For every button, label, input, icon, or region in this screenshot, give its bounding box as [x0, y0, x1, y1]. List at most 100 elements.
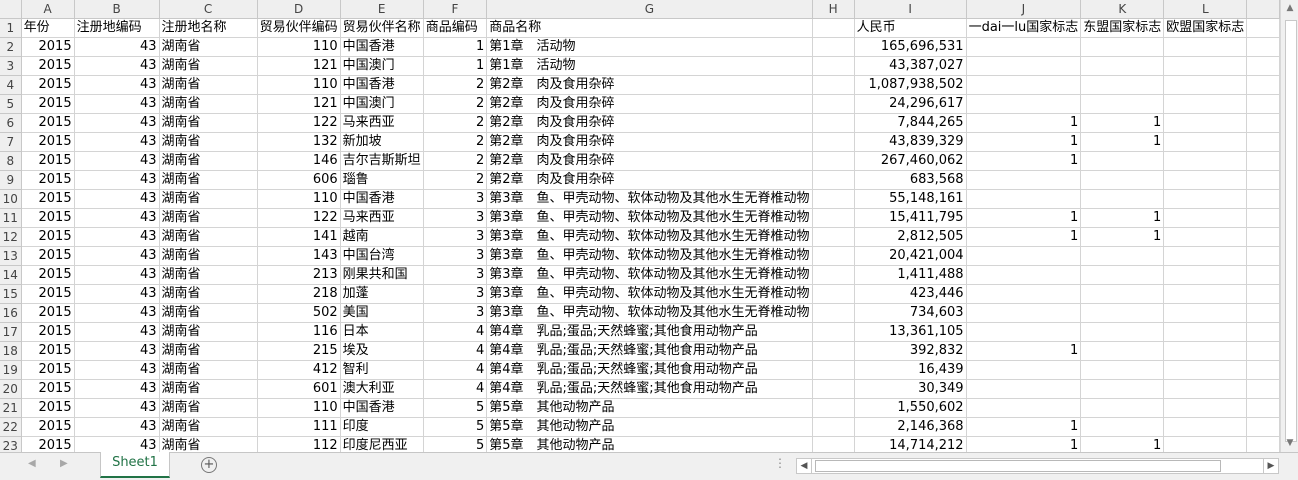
cell[interactable] [1163, 379, 1248, 399]
cell[interactable] [1246, 379, 1280, 399]
cell[interactable]: 43 [74, 227, 160, 247]
cell[interactable] [1246, 227, 1280, 247]
cell[interactable]: 16,439 [854, 360, 967, 380]
cell[interactable]: 贸易伙伴名称 [340, 18, 424, 38]
cell[interactable]: 3 [423, 189, 488, 209]
cell[interactable]: 第2章 肉及食用杂碎 [486, 170, 813, 190]
cell[interactable]: 213 [257, 265, 341, 285]
cell[interactable]: 110 [257, 398, 341, 418]
cell[interactable] [812, 417, 855, 437]
cell[interactable] [1163, 151, 1248, 171]
cell[interactable]: 商品名称 [486, 18, 813, 38]
cell[interactable] [966, 94, 1082, 114]
cell[interactable]: 第3章 鱼、甲壳动物、软体动物及其他水生无脊椎动物 [486, 284, 813, 304]
cell[interactable]: 中国香港 [340, 37, 424, 57]
cell[interactable]: 15,411,795 [854, 208, 967, 228]
cell[interactable] [812, 170, 855, 190]
cell[interactable]: 4 [423, 341, 488, 361]
cell[interactable]: 2015 [21, 37, 75, 57]
cell[interactable] [1163, 360, 1248, 380]
cell[interactable] [812, 18, 855, 38]
row-header[interactable]: 23 [0, 436, 22, 452]
cell[interactable]: 2015 [21, 246, 75, 266]
cell[interactable] [1163, 75, 1248, 95]
cell[interactable]: 湖南省 [159, 341, 258, 361]
cell[interactable]: 4 [423, 360, 488, 380]
cell[interactable] [1080, 379, 1165, 399]
cell[interactable] [966, 284, 1082, 304]
cell[interactable]: 43 [74, 246, 160, 266]
cell[interactable] [966, 56, 1082, 76]
row-header[interactable]: 13 [0, 246, 22, 266]
cell[interactable] [1080, 284, 1165, 304]
cell[interactable]: 601 [257, 379, 341, 399]
cell[interactable]: 121 [257, 94, 341, 114]
cell[interactable]: 43 [74, 56, 160, 76]
cell[interactable]: 第4章 乳品;蛋品;天然蜂蜜;其他食用动物产品 [486, 341, 813, 361]
row-header[interactable]: 14 [0, 265, 22, 285]
cell[interactable]: 湖南省 [159, 227, 258, 247]
cell[interactable]: 2015 [21, 322, 75, 342]
cell[interactable] [1246, 265, 1280, 285]
cell[interactable]: 2015 [21, 341, 75, 361]
cell[interactable] [1080, 37, 1165, 57]
cell[interactable]: 2015 [21, 303, 75, 323]
cell[interactable]: 5 [423, 417, 488, 437]
cell[interactable]: 1 [966, 341, 1082, 361]
column-header-g[interactable]: G [486, 0, 813, 19]
cell[interactable]: 2 [423, 132, 488, 152]
cell[interactable]: 43 [74, 113, 160, 133]
cell[interactable] [812, 303, 855, 323]
cell[interactable] [1163, 94, 1248, 114]
cell[interactable] [812, 322, 855, 342]
cell[interactable]: 1 [966, 151, 1082, 171]
cell[interactable]: 43 [74, 284, 160, 304]
cell[interactable] [1163, 322, 1248, 342]
cell[interactable] [812, 113, 855, 133]
cell[interactable]: 湖南省 [159, 379, 258, 399]
cell[interactable]: 3 [423, 284, 488, 304]
cell[interactable]: 502 [257, 303, 341, 323]
cell[interactable]: 267,460,062 [854, 151, 967, 171]
scroll-down-icon[interactable]: ▼ [1281, 435, 1298, 452]
cell[interactable]: 中国香港 [340, 189, 424, 209]
cell[interactable]: 165,696,531 [854, 37, 967, 57]
cell[interactable] [812, 37, 855, 57]
cell[interactable]: 20,421,004 [854, 246, 967, 266]
spreadsheet-grid[interactable]: A B C D E F G H I J K L 1 年份 注册地编码 注册地名称 贸易伙伴编码 贸易伙伴名称 商品编… [0, 0, 1280, 452]
cell[interactable] [966, 246, 1082, 266]
cell[interactable]: 2015 [21, 208, 75, 228]
cell[interactable]: 1 [423, 56, 488, 76]
column-header-e[interactable]: E [340, 0, 424, 19]
cell[interactable]: 3 [423, 208, 488, 228]
row-header[interactable]: 1 [0, 18, 22, 38]
cell[interactable]: 43 [74, 341, 160, 361]
cell[interactable] [1246, 436, 1280, 452]
cell[interactable]: 143 [257, 246, 341, 266]
cell[interactable]: 43 [74, 322, 160, 342]
cell[interactable] [1246, 398, 1280, 418]
cell[interactable] [1080, 360, 1165, 380]
cell[interactable] [1246, 56, 1280, 76]
cell[interactable]: 第2章 肉及食用杂碎 [486, 113, 813, 133]
row-header[interactable]: 18 [0, 341, 22, 361]
cell[interactable]: 7,844,265 [854, 113, 967, 133]
column-header-h[interactable]: H [812, 0, 855, 19]
cell[interactable]: 412 [257, 360, 341, 380]
cell[interactable] [812, 284, 855, 304]
cell[interactable] [1163, 56, 1248, 76]
cell[interactable]: 1 [1080, 227, 1165, 247]
cell[interactable]: 新加坡 [340, 132, 424, 152]
cell[interactable] [1080, 322, 1165, 342]
row-header[interactable]: 4 [0, 75, 22, 95]
horizontal-scrollbar[interactable]: ◀ ▶ [796, 458, 1279, 474]
cell[interactable] [1163, 417, 1248, 437]
cell[interactable]: 东盟国家标志 [1080, 18, 1165, 38]
cell[interactable]: 43 [74, 398, 160, 418]
cell[interactable] [1163, 37, 1248, 57]
cell[interactable] [1246, 322, 1280, 342]
cell[interactable] [1246, 189, 1280, 209]
cell[interactable] [1163, 398, 1248, 418]
cell[interactable]: 55,148,161 [854, 189, 967, 209]
cell[interactable] [1246, 94, 1280, 114]
